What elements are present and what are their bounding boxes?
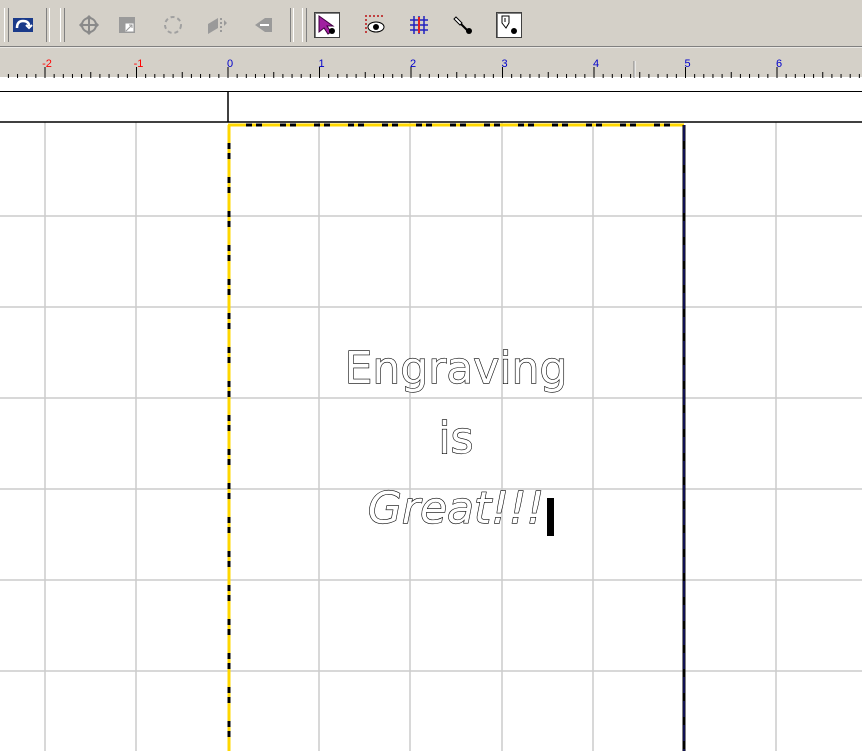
engraving-text-line[interactable]: is [326,413,586,464]
text-cursor [547,498,554,536]
mirror-icon [208,18,227,34]
toolbar-grip[interactable] [60,8,65,42]
tool-path-icon [501,15,517,34]
rotate-button[interactable] [160,12,186,38]
preview-eye-icon [365,15,385,33]
toolbar-separator [46,8,50,42]
ruler-label: 5 [684,58,690,70]
select-arrow-button[interactable] [314,12,340,38]
slant-icon [255,18,272,32]
mirror-button[interactable] [204,12,230,38]
grid-snap-button[interactable] [406,12,432,38]
redo-icon [13,18,33,32]
rotate-icon [164,16,182,34]
design-canvas[interactable]: Engraving is Great!!! [0,92,862,751]
select-arrow-icon [318,15,335,35]
move-button[interactable] [76,12,102,38]
move-icon [78,14,100,36]
ruler-label: 2 [410,58,416,70]
ruler-label: 0 [227,58,233,70]
ruler-label: -2 [42,58,52,70]
toolbar-separator [290,8,294,42]
ruler-label: 4 [593,58,599,70]
tool-pick-button[interactable] [450,12,476,38]
horizontal-ruler[interactable]: -2 -1 0 1 2 3 4 5 6 [0,47,862,91]
engraving-text-line[interactable]: Engraving [326,343,586,394]
tool-path-button[interactable] [496,12,522,38]
ruler-label: -1 [134,58,144,70]
slant-button[interactable] [250,12,276,38]
toolbar [0,0,862,47]
preview-eye-button[interactable] [362,12,388,38]
ruler-label: 3 [501,58,507,70]
ruler-ticks: -2 -1 0 1 2 3 4 5 6 [0,47,862,91]
scale-button[interactable] [114,12,140,38]
toolbar-grip[interactable] [302,8,307,42]
grid-snap-icon [410,16,428,34]
scale-icon [119,17,135,33]
toolbar-grip[interactable] [4,8,9,42]
ruler-label: 6 [776,58,782,70]
ruler-label: 1 [318,58,324,70]
redo-button[interactable] [10,12,36,38]
tool-pick-icon [453,16,472,34]
